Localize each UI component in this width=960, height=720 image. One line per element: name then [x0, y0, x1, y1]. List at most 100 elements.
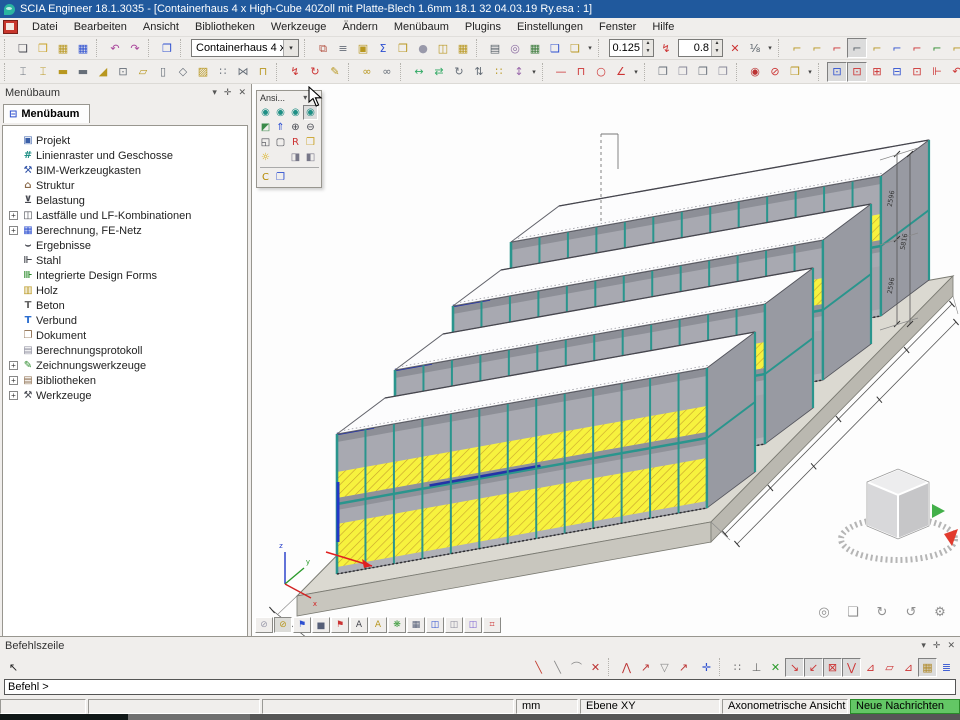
support-fixed-icon[interactable]: ⌐	[867, 38, 887, 58]
numeric-input-icon[interactable]: ▦	[407, 617, 425, 633]
menu-hilfe[interactable]: Hilfe	[644, 19, 682, 35]
load-display-scale[interactable]: 0.125▲▼	[609, 39, 654, 57]
table-results-icon[interactable]: ◫	[445, 617, 463, 633]
snap-endpoint-arrow-icon[interactable]: ↗	[636, 658, 655, 677]
tree-item-beton[interactable]: TBeton	[3, 298, 247, 313]
edge-support-icon[interactable]: ⌐	[947, 38, 960, 58]
move-icon[interactable]: ↔	[409, 62, 429, 82]
node-info-icon[interactable]: ⊡	[907, 62, 927, 82]
node-filter-icon[interactable]: ⊩	[927, 62, 947, 82]
frame-icon[interactable]: ⊓	[253, 62, 273, 82]
menu-datei[interactable]: Datei	[24, 19, 66, 35]
tree-item-lastf-lle-und-lf-kombinationen[interactable]: +◫Lastfälle und LF-Kombinationen	[3, 208, 247, 223]
snap-midpoints-icon[interactable]: ↙	[804, 658, 823, 677]
mirror-icon[interactable]: ⇅	[469, 62, 489, 82]
new-messages-button[interactable]: Neue Nachrichten	[850, 699, 960, 714]
snap-vertex-icon[interactable]: ⋀	[617, 658, 636, 677]
node-renumber-icon[interactable]: ⊞	[867, 62, 887, 82]
project-selector[interactable]: Containerhaus 4 x l▾	[191, 39, 299, 57]
snap-orthogonal-points-icon[interactable]: ⋁	[842, 658, 861, 677]
dropdown-arrow-icon[interactable]: ▾	[529, 68, 539, 76]
support-elastic-icon[interactable]: ⌐	[927, 38, 947, 58]
view-document-icon[interactable]: ❐	[273, 170, 288, 185]
zoom-selection-icon[interactable]: R	[288, 135, 303, 150]
zoom-window-icon[interactable]: ◱	[258, 135, 273, 150]
tree-item-holz[interactable]: ▥Holz	[3, 283, 247, 298]
snap-tangent-points-icon[interactable]: ⊿	[861, 658, 880, 677]
snap-mesh-nodes-icon[interactable]: ✕	[766, 658, 785, 677]
hinge-both-icon[interactable]: ⌐	[787, 38, 807, 58]
tree-item-integrierte-design-forms[interactable]: ⊪Integrierte Design Forms	[3, 268, 247, 283]
dropdown-arrow-icon[interactable]: ▾	[765, 44, 775, 52]
nav-settings-gear-icon-icon[interactable]: ⚙	[932, 604, 948, 620]
free-bars-icon[interactable]: ∷	[213, 62, 233, 82]
display-load-flags-icon[interactable]: ⚑	[331, 617, 349, 633]
view-pair-2-icon[interactable]: ∞	[377, 62, 397, 82]
tree-item-zeichnungswerkzeuge[interactable]: +✎Zeichnungswerkzeuge	[3, 358, 247, 373]
snap-tangent-icon[interactable]: ▽	[655, 658, 674, 677]
hinge-start-icon[interactable]: ⌐	[807, 38, 827, 58]
menu-ändern[interactable]: Ändern	[334, 19, 385, 35]
pin-icon[interactable]: ✛	[224, 88, 232, 98]
table-edit-icon[interactable]: ◫	[464, 617, 482, 633]
wall-icon[interactable]: ▯	[153, 62, 173, 82]
menu-bibliotheken[interactable]: Bibliotheken	[187, 19, 263, 35]
menu-fenster[interactable]: Fenster	[591, 19, 644, 35]
zoom-all-icon[interactable]: ▢	[273, 135, 288, 150]
tree-item-projekt[interactable]: ▣Projekt	[3, 133, 247, 148]
project-manager-icon[interactable]: ❐	[157, 38, 177, 58]
view-from-object-icon[interactable]: ◩	[258, 120, 273, 135]
menu-ansicht[interactable]: Ansicht	[135, 19, 187, 35]
tree-item-ergebnisse[interactable]: ⌣Ergebnisse	[3, 238, 247, 253]
tree-item-bibliotheken[interactable]: +▤Bibliotheken	[3, 373, 247, 388]
load-panel-icon[interactable]: ▨	[193, 62, 213, 82]
snap-direction-icon[interactable]: ↗	[674, 658, 693, 677]
undo-icon[interactable]: ↶	[105, 38, 125, 58]
menu-plugins[interactable]: Plugins	[457, 19, 509, 35]
palette-menu-icon[interactable]: ▾	[303, 93, 307, 102]
nav-turntable-icon-icon[interactable]: ↺	[903, 604, 919, 620]
render-window-icon[interactable]: ◨	[288, 150, 303, 165]
scene-3d[interactable]: 259625965816zyx	[252, 84, 960, 636]
materials-library-icon[interactable]: ▣	[353, 38, 373, 58]
material-sphere-icon[interactable]: ●	[413, 38, 433, 58]
beam-icon[interactable]: ▬	[53, 62, 73, 82]
view-direction-y-icon[interactable]: ◉	[273, 105, 288, 120]
support-hinged-icon[interactable]: ⌐	[887, 38, 907, 58]
expand-icon[interactable]: +	[9, 376, 18, 385]
paste-attributes-icon[interactable]: ❐	[673, 62, 693, 82]
labels-abc-params-icon[interactable]: A	[369, 617, 387, 633]
deselect-nodes-icon[interactable]: ⊡	[847, 62, 867, 82]
rotate-icon[interactable]: ↻	[449, 62, 469, 82]
tree-item-struktur[interactable]: ⌂Struktur	[3, 178, 247, 193]
tree-item-berechnung-fe-netz[interactable]: +▦Berechnung, FE-Netz	[3, 223, 247, 238]
menu-menübaum[interactable]: Menübaum	[386, 19, 457, 35]
attributes-manager-icon[interactable]: ❐	[693, 62, 713, 82]
print-preview-icon[interactable]: ◎	[505, 38, 525, 58]
expand-icon[interactable]: +	[9, 391, 18, 400]
snap-grid-points-icon[interactable]: ∷	[728, 658, 747, 677]
plate-icon[interactable]: ▱	[133, 62, 153, 82]
clip-toggle-off-icon[interactable]: ⊘	[255, 617, 273, 633]
render-colors-icon[interactable]: ❋	[388, 617, 406, 633]
ucs-to-view-icon[interactable]: ⇑	[273, 120, 288, 135]
visibility-eye-icon[interactable]: ◉	[745, 62, 765, 82]
hinge-none-icon[interactable]: ⌐	[847, 38, 867, 58]
draw-polyline-icon[interactable]: ⊓	[571, 62, 591, 82]
clip-toggle-on-icon[interactable]: ⊘	[274, 617, 292, 633]
shell-icon[interactable]: ◇	[173, 62, 193, 82]
nav-orbit-icon-icon[interactable]: ↻	[874, 604, 890, 620]
truss-icon[interactable]: ⋈	[233, 62, 253, 82]
calculator-icon[interactable]: ▦	[525, 38, 545, 58]
snap-intersections-icon[interactable]: ⊠	[823, 658, 842, 677]
haunch-icon[interactable]: ◢	[93, 62, 113, 82]
zoom-out-icon[interactable]: ⊖	[303, 120, 318, 135]
array-icon[interactable]: ∷	[489, 62, 509, 82]
status-unit[interactable]: mm	[516, 699, 578, 714]
command-input[interactable]	[4, 679, 956, 695]
expand-icon[interactable]: +	[9, 226, 18, 235]
save-icon[interactable]: ▦	[73, 38, 93, 58]
dropdown-arrow-icon[interactable]: ▾	[805, 68, 815, 76]
column-add-icon[interactable]: ⌶	[33, 62, 53, 82]
mesh-grid-icon[interactable]: ⌗	[483, 617, 501, 633]
